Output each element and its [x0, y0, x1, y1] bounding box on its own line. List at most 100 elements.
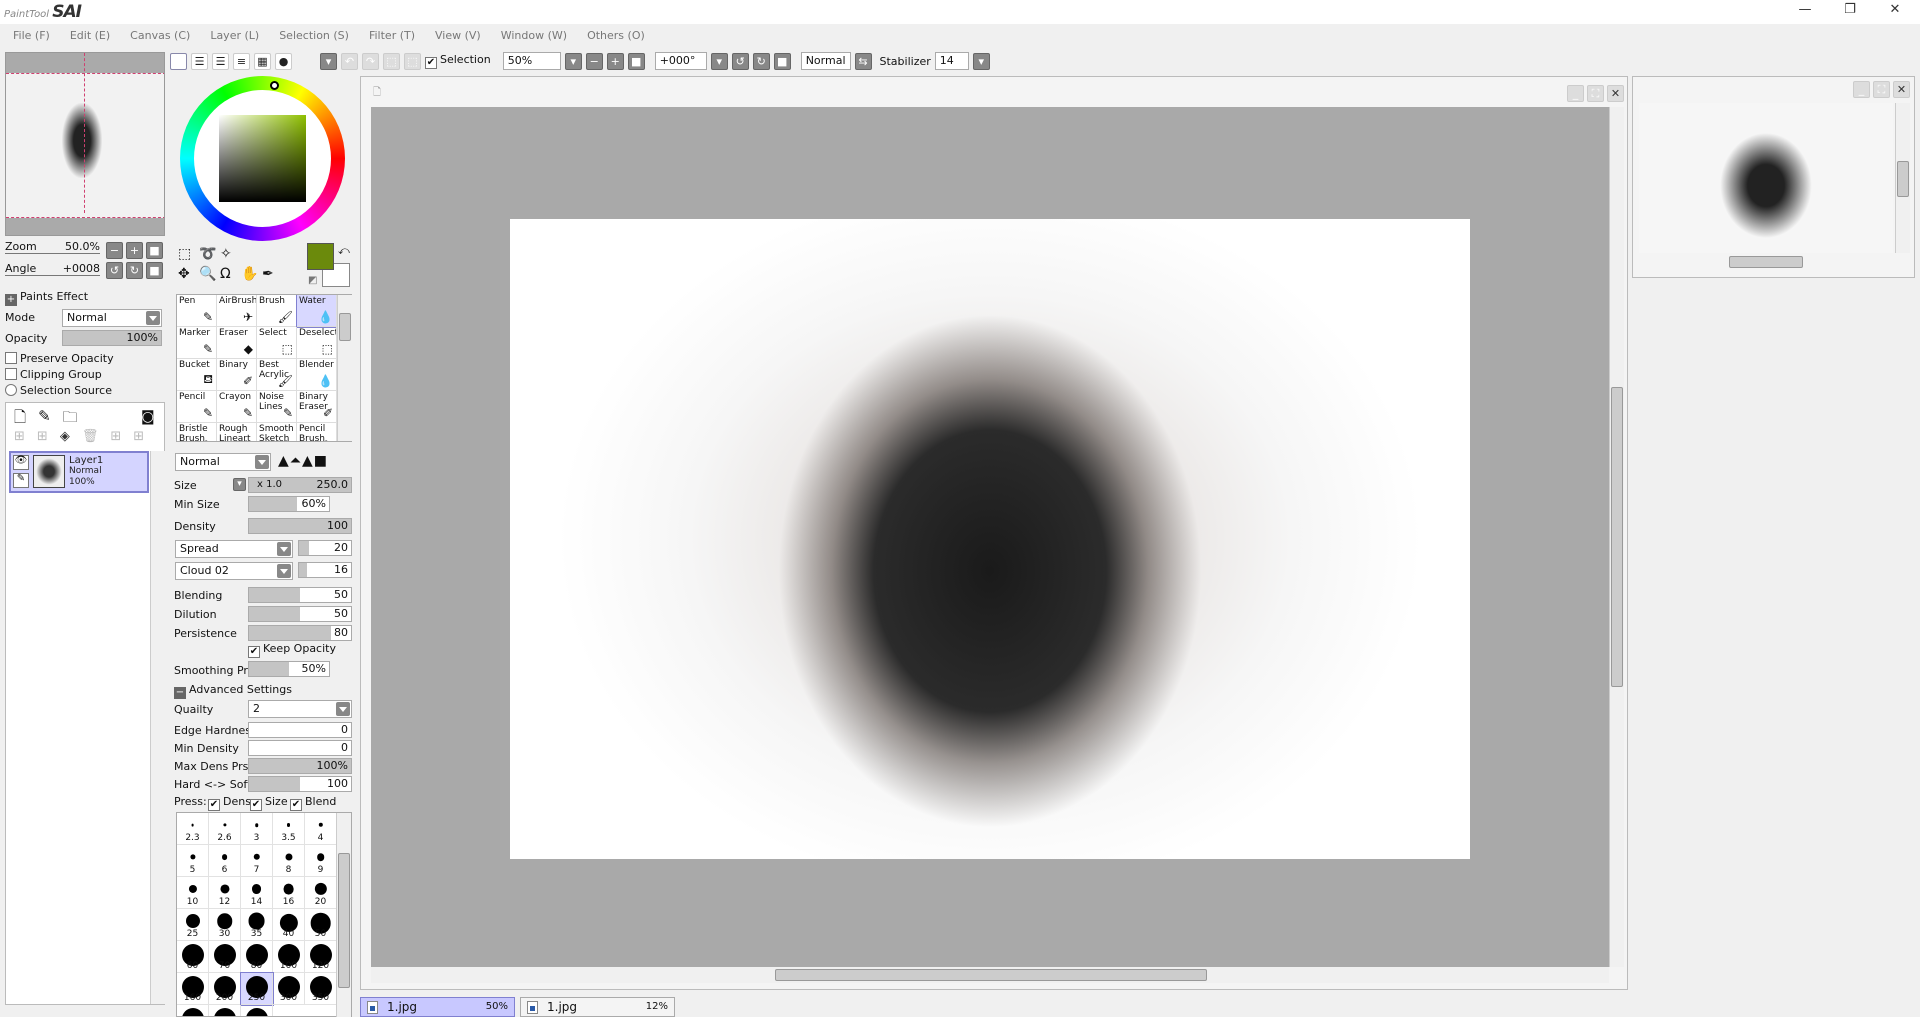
brush-select[interactable]: Select ⬚ [257, 327, 297, 359]
canvas-maximize-button[interactable]: ⛶ [1587, 85, 1604, 102]
brush-size-6[interactable]: 6 [209, 845, 241, 877]
brush-blender[interactable]: Blender 💧 [297, 359, 337, 391]
brush-size-40[interactable]: 40 [273, 909, 305, 941]
size-grid-scrollbar[interactable] [336, 813, 351, 1017]
stabilizer-select[interactable]: 14 [934, 52, 969, 70]
saturation-value-square[interactable] [219, 115, 306, 202]
nav-window-vscroll[interactable] [1895, 103, 1910, 253]
brush-pencil[interactable]: Pencil ✎ [177, 391, 217, 423]
brush-brush[interactable]: Brush 🖌 [257, 295, 297, 327]
brush-size-16[interactable]: 16 [273, 877, 305, 909]
brush-size-200[interactable]: 200 [209, 973, 241, 1005]
brush-size-9[interactable]: 9 [305, 845, 337, 877]
layer-mask-icon[interactable]: ◙ [141, 409, 155, 425]
menu-file[interactable]: File (F) [13, 26, 50, 46]
texture-value-slider[interactable]: 20 [298, 540, 352, 556]
hard-soft-slider[interactable]: 100 [248, 776, 352, 792]
preserve-opacity-checkbox[interactable]: Preserve Opacity [5, 352, 114, 365]
brush-size-10[interactable]: 10 [177, 877, 209, 909]
color-wheel-tab-icon[interactable]: ◯ [170, 52, 187, 70]
advanced-settings-toggle[interactable]: − Advanced Settings [174, 683, 292, 699]
canvas-area[interactable] [371, 107, 1609, 967]
canvas-minimize-button[interactable]: _ [1567, 85, 1584, 102]
nav-window-close-button[interactable]: ✕ [1893, 81, 1910, 98]
nav-zoom-reset-button[interactable]: ■ [146, 242, 163, 259]
selection-toggle[interactable]: ✔ Selection [425, 53, 491, 69]
blending-slider[interactable]: 50 [248, 587, 352, 603]
flip-horizontal-button[interactable]: ⇆ [854, 52, 872, 70]
density-slider[interactable]: 100 [248, 518, 352, 534]
zoom-reset-button[interactable]: ■ [627, 52, 645, 70]
brush-size-35[interactable]: 35 [241, 909, 273, 941]
persistence-slider[interactable]: 80 [248, 625, 352, 641]
brush-noise-lines[interactable]: Noise Lines ✎ [257, 391, 297, 423]
brush-bristle-brush[interactable]: Bristle Brush✎ [177, 423, 217, 441]
brush-size-25[interactable]: 25 [177, 909, 209, 941]
brush-size-70[interactable]: 70 [209, 941, 241, 973]
nav-window-hscroll[interactable] [1639, 255, 1893, 269]
brush-crayon[interactable]: Crayon ✎ [217, 391, 257, 423]
max-dens-slider[interactable]: 100% [248, 758, 352, 774]
reset-colors-icon[interactable]: ◩ [308, 275, 317, 286]
brush-airbrush[interactable]: AirBrush ✈ [217, 295, 257, 327]
keep-opacity-checkbox[interactable]: ✔ Keep Opacity [248, 642, 336, 658]
color-wheel[interactable] [180, 76, 345, 241]
brush-size-500[interactable]: 500 [241, 1005, 273, 1016]
brush-size-3.5[interactable]: 3.5 [273, 813, 305, 845]
primary-color-swatch[interactable] [307, 243, 334, 270]
dilution-slider[interactable]: 50 [248, 606, 352, 622]
brush-size-7[interactable]: 7 [241, 845, 273, 877]
press-dens-checkbox[interactable]: ✔ Dens [208, 795, 251, 811]
angle-dropdown-icon[interactable]: ▾ [710, 52, 728, 70]
shape-value-slider[interactable]: 16 [298, 562, 352, 578]
brush-size-300[interactable]: 300 [273, 973, 305, 1005]
brush-grid-scrollbar[interactable] [337, 295, 352, 441]
edit-lock-icon[interactable]: ✎ [13, 473, 29, 488]
brush-blend-mode-select[interactable]: Normal [175, 453, 271, 471]
hand-icon[interactable]: ✋ [241, 266, 262, 282]
brush-size-250[interactable]: 250 [240, 972, 274, 1006]
brush-water[interactable]: Water 💧 [296, 295, 338, 328]
press-blend-checkbox[interactable]: ✔ Blend [290, 795, 336, 811]
brush-size-120[interactable]: 120 [305, 941, 337, 973]
minimize-button[interactable]: — [1790, 2, 1820, 22]
brush-size-100[interactable]: 100 [273, 941, 305, 973]
nav-zoom-out-button[interactable]: − [106, 242, 123, 259]
view-mode-select[interactable]: Normal [800, 52, 851, 70]
swatches-tab-icon[interactable]: ≡ [233, 52, 250, 70]
menu-window[interactable]: Window (W) [501, 26, 567, 46]
canvas-close-button[interactable]: ✕ [1607, 85, 1624, 102]
angle-select[interactable]: +000° [654, 52, 707, 70]
stabilizer-dropdown-icon[interactable]: ▾ [972, 52, 990, 70]
brush-size-80[interactable]: 80 [241, 941, 273, 973]
zoom-in-button[interactable]: + [606, 52, 624, 70]
brush-size-2.3[interactable]: 2.3 [177, 813, 209, 845]
brush-binary[interactable]: Binary ✐ [217, 359, 257, 391]
menu-filter[interactable]: Filter (T) [369, 26, 415, 46]
menu-selection[interactable]: Selection (S) [279, 26, 349, 46]
menu-layer[interactable]: Layer (L) [210, 26, 259, 46]
layer-scrollbar[interactable] [150, 451, 165, 1004]
navigator-window-preview[interactable] [1639, 103, 1893, 253]
hue-marker[interactable] [270, 81, 279, 90]
nav-rotate-left-button[interactable]: ↺ [106, 262, 123, 279]
brush-size-14[interactable]: 14 [241, 877, 273, 909]
clear-layer-icon[interactable]: ◈ [60, 429, 70, 444]
smoothing-slider[interactable]: 50% [248, 661, 330, 677]
brush-size-2.6[interactable]: 2.6 [209, 813, 241, 845]
rotate-reset-button[interactable]: ■ [773, 52, 791, 70]
brush-size-60[interactable]: 60 [177, 941, 209, 973]
duplicate-icon[interactable]: ⊞ [133, 429, 144, 444]
selection-checkbox[interactable]: ✔ [425, 57, 437, 69]
undo-button[interactable]: ↶ [341, 52, 358, 70]
brush-size-5[interactable]: 5 [177, 845, 209, 877]
merge-icon[interactable]: ⊞ [110, 429, 121, 444]
redo-button[interactable]: ↷ [362, 52, 379, 70]
swap-colors-icon[interactable]: ⤺ [338, 244, 350, 258]
nav-window-minimize-button[interactable]: _ [1853, 81, 1870, 98]
selection-source-radio[interactable]: Selection Source [5, 384, 112, 397]
press-size-checkbox[interactable]: ✔ Size [250, 795, 288, 811]
zoom-dropdown-icon[interactable]: ▾ [564, 52, 582, 70]
brush-deselect[interactable]: Deselect ⬚ [297, 327, 337, 359]
nav-window-maximize-button[interactable]: ⛶ [1873, 81, 1890, 98]
